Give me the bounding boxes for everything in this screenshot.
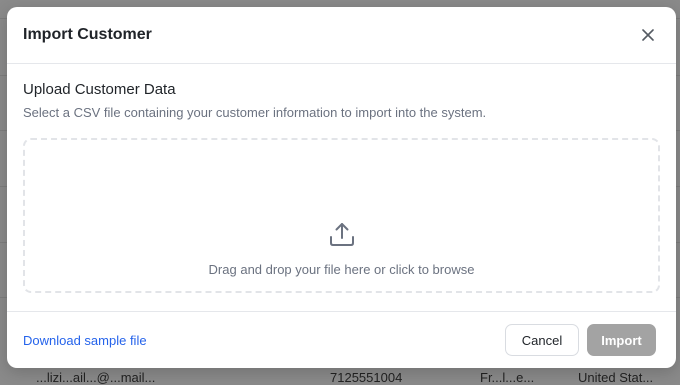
dialog-footer: Download sample file Cancel Import (7, 311, 676, 368)
upload-section-title: Upload Customer Data (23, 81, 176, 98)
dialog-header: Import Customer (7, 7, 676, 64)
import-customer-dialog: Import Customer Upload Customer Data Sel… (7, 7, 676, 368)
import-button[interactable]: Import (587, 324, 656, 356)
download-sample-link[interactable]: Download sample file (23, 333, 147, 348)
close-button[interactable] (638, 25, 658, 45)
dialog-body: Upload Customer Data Select a CSV file c… (23, 64, 660, 311)
upload-section-description: Select a CSV file containing your custom… (23, 105, 487, 120)
file-dropzone[interactable]: Drag and drop your file here or click to… (23, 138, 660, 293)
dropzone-text: Drag and drop your file here or click to… (208, 262, 475, 277)
cancel-button[interactable]: Cancel (505, 324, 579, 356)
dialog-title: Import Customer (23, 26, 152, 43)
close-icon (642, 29, 654, 41)
upload-icon (329, 223, 354, 246)
